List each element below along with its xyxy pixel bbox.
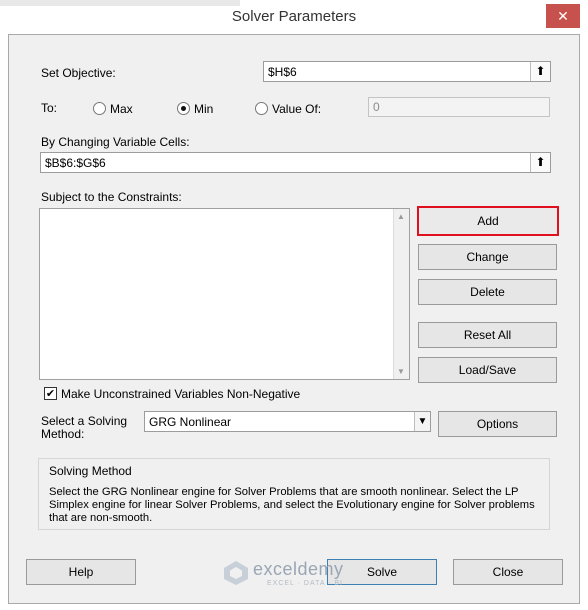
- collapse-dialog-icon: ⬆: [535, 64, 546, 78]
- load-save-button-label: Load/Save: [458, 363, 517, 377]
- options-button[interactable]: Options: [438, 411, 557, 437]
- value-of-field[interactable]: 0: [368, 97, 550, 117]
- changing-cells-field[interactable]: $B$6:$G$6 ⬆: [40, 152, 551, 173]
- to-label: To:: [41, 101, 58, 115]
- scroll-down-icon[interactable]: ▼: [397, 367, 405, 376]
- max-radio[interactable]: [93, 102, 106, 115]
- add-button-label: Add: [477, 214, 499, 228]
- reset-all-button[interactable]: Reset All: [418, 322, 557, 348]
- exceldemy-logo-icon: [223, 560, 249, 586]
- solver-dialog: Set Objective: $H$6 ⬆ To: Max Min Value …: [8, 34, 580, 604]
- min-radio-label[interactable]: Min: [194, 102, 213, 116]
- change-button[interactable]: Change: [418, 244, 557, 270]
- collapse-dialog-icon: ⬆: [535, 155, 546, 169]
- window-title: Solver Parameters: [231, 8, 357, 25]
- window-close-button[interactable]: ✕: [546, 4, 580, 28]
- objective-field[interactable]: $H$6 ⬆: [263, 61, 551, 82]
- solve-button-label: Solve: [366, 565, 398, 579]
- close-icon[interactable]: ✕: [557, 8, 569, 24]
- delete-button[interactable]: Delete: [418, 279, 557, 305]
- nonneg-checkbox[interactable]: ✔: [44, 387, 57, 400]
- watermark-subtext: EXCEL · DATA · BI: [267, 580, 343, 587]
- delete-button-label: Delete: [470, 285, 505, 299]
- title-bar: Solver Parameters ✕: [0, 0, 588, 34]
- value-of-radio-label[interactable]: Value Of:: [272, 102, 321, 116]
- change-button-label: Change: [466, 250, 509, 264]
- value-of-value: 0: [373, 100, 380, 114]
- solving-method-label-line1: Select a Solving: [41, 414, 128, 428]
- constraints-scrollbar[interactable]: ▲ ▼: [393, 209, 409, 379]
- constraints-list[interactable]: ▲ ▼: [39, 208, 410, 380]
- set-objective-label: Set Objective:: [41, 66, 116, 80]
- solving-method-group-title: Solving Method: [49, 464, 132, 478]
- constraints-label: Subject to the Constraints:: [41, 190, 182, 204]
- solving-method-description: Select the GRG Nonlinear engine for Solv…: [49, 486, 535, 524]
- scroll-up-icon[interactable]: ▲: [397, 212, 405, 221]
- help-button[interactable]: Help: [26, 559, 136, 585]
- close-button[interactable]: Close: [453, 559, 563, 585]
- close-button-label: Close: [492, 565, 524, 579]
- solving-method-label-line2: Method:: [41, 427, 85, 441]
- options-button-label: Options: [476, 417, 519, 431]
- value-of-radio[interactable]: [255, 102, 268, 115]
- solving-method-value: GRG Nonlinear: [149, 415, 232, 429]
- changing-cells-ref-button[interactable]: ⬆: [530, 153, 550, 172]
- checkmark-icon: ✔: [45, 388, 56, 400]
- min-radio[interactable]: [177, 102, 190, 115]
- help-button-label: Help: [68, 565, 94, 579]
- add-button[interactable]: Add: [417, 206, 559, 236]
- objective-ref-button[interactable]: ⬆: [530, 62, 550, 81]
- chevron-down-icon[interactable]: ▼: [414, 412, 430, 431]
- objective-value: $H$6: [268, 65, 297, 79]
- changing-cells-value: $B$6:$G$6: [45, 156, 106, 170]
- changing-cells-label: By Changing Variable Cells:: [41, 135, 190, 149]
- solving-method-group: Solving Method Select the GRG Nonlinear …: [38, 458, 550, 530]
- max-radio-label[interactable]: Max: [110, 102, 133, 116]
- nonneg-label[interactable]: Make Unconstrained Variables Non-Negativ…: [61, 387, 300, 401]
- reset-all-button-label: Reset All: [463, 328, 512, 342]
- watermark-text: exceldemy: [253, 559, 344, 579]
- load-save-button[interactable]: Load/Save: [418, 357, 557, 383]
- solving-method-select[interactable]: GRG Nonlinear ▼: [144, 411, 431, 432]
